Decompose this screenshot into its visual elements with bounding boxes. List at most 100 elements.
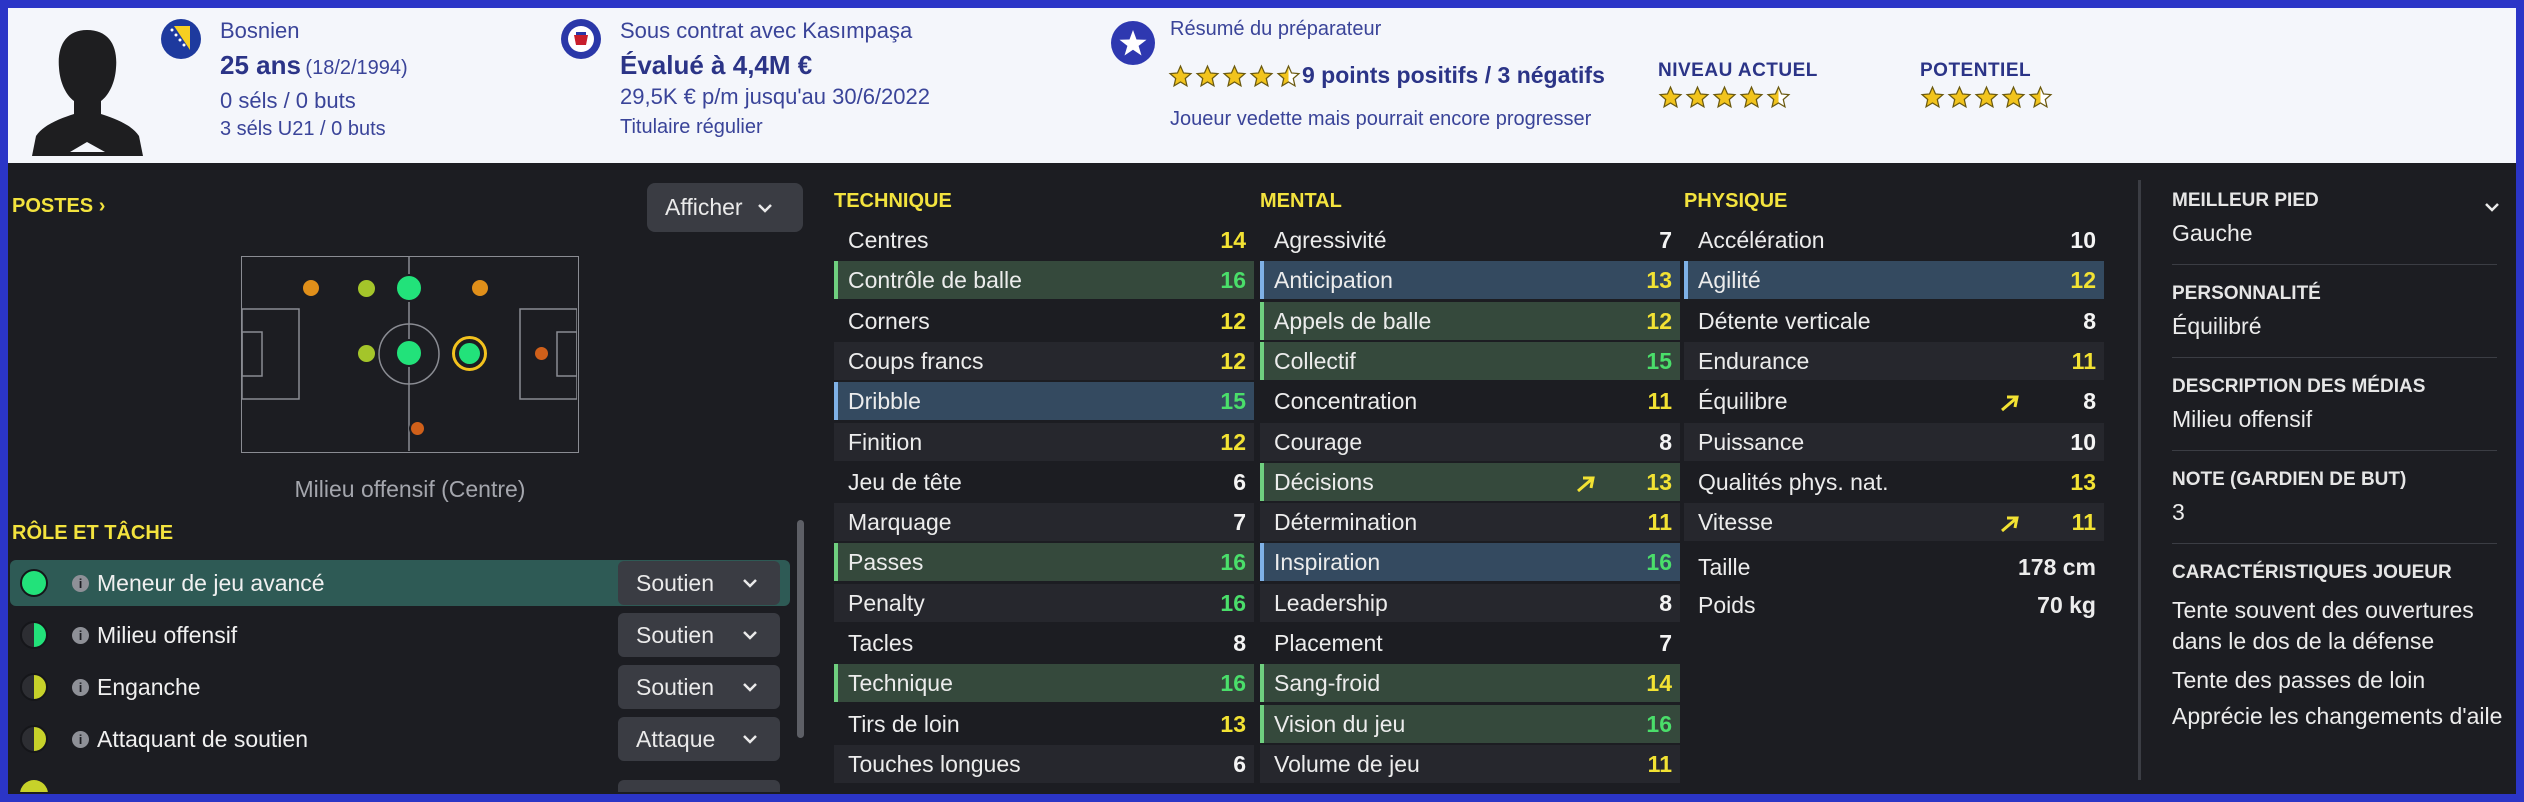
media-description-value: Milieu offensif xyxy=(2172,406,2313,432)
attribute-name: Équilibre xyxy=(1698,388,1788,415)
attribute-row[interactable]: Appels de balle 12 xyxy=(1260,301,1680,340)
attribute-row[interactable]: Puissance 10 xyxy=(1684,422,2104,461)
attribute-name: Contrôle de balle xyxy=(848,267,1022,294)
attribute-value: 14 xyxy=(1646,670,1672,697)
attribute-row[interactable]: Collectif 15 xyxy=(1260,341,1680,380)
attribute-name: Détermination xyxy=(1274,509,1418,536)
chevron-down-icon[interactable] xyxy=(2484,202,2500,212)
coach-comment: Joueur vedette mais pourrait encore prog… xyxy=(1170,108,1592,130)
attribute-row[interactable]: Contrôle de balle 16 xyxy=(834,261,1254,300)
role-suitability-icon xyxy=(20,725,48,753)
date-of-birth: (18/2/1994) xyxy=(305,57,408,79)
attribute-row[interactable]: Anticipation 13 xyxy=(1260,261,1680,300)
attribute-row[interactable]: Accélération 10 xyxy=(1684,221,2104,259)
roles-scrollbar[interactable] xyxy=(797,520,804,738)
attribute-row[interactable]: Vision du jeu 16 xyxy=(1260,704,1680,743)
star-icon xyxy=(1739,85,1764,109)
attribute-value: 12 xyxy=(1646,307,1672,334)
attribute-row[interactable]: Finition 12 xyxy=(834,422,1254,461)
duty-dropdown[interactable] xyxy=(618,780,780,792)
info-icon[interactable]: i xyxy=(72,678,89,696)
attribute-row[interactable]: Tacles 8 xyxy=(834,624,1254,662)
chevron-down-icon xyxy=(743,683,757,692)
attribute-value: 6 xyxy=(1233,468,1246,495)
attribute-row[interactable]: Volume de jeu 11 xyxy=(1260,744,1680,783)
attribute-row[interactable]: Agilité 12 xyxy=(1684,261,2104,300)
attribute-name: Coups francs xyxy=(848,347,984,374)
chevron-down-icon xyxy=(757,203,772,213)
positions-title[interactable]: POSTES › xyxy=(12,195,105,218)
highlight-bar xyxy=(1260,664,1264,703)
highlight-bar xyxy=(1684,261,1688,300)
star-icon xyxy=(2001,85,2026,109)
attribute-value: 12 xyxy=(1220,347,1246,374)
attribute-value: 11 xyxy=(1647,750,1672,777)
trait-1-line-1: Tente souvent des ouvertures xyxy=(2172,597,2474,623)
highlight-bar xyxy=(1260,301,1264,340)
attribute-row[interactable]: Placement 7 xyxy=(1260,624,1680,662)
attribute-value: 10 xyxy=(2070,428,2096,455)
attribute-row[interactable]: Penalty 16 xyxy=(834,583,1254,622)
attribute-row[interactable]: Passes 16 xyxy=(834,543,1254,582)
role-row[interactable]: i Attaquant de soutien Attaque xyxy=(10,716,790,762)
show-button-label: Afficher xyxy=(665,194,743,220)
attribute-row[interactable]: Vitesse 11 xyxy=(1684,503,2104,542)
attribute-value: 8 xyxy=(1659,589,1672,616)
attribute-row[interactable]: Tirs de loin 13 xyxy=(834,705,1254,743)
attribute-value: 7 xyxy=(1233,509,1246,536)
attribute-row[interactable]: Jeu de tête 6 xyxy=(834,463,1254,501)
attribute-row[interactable]: Inspiration 16 xyxy=(1260,543,1680,582)
attribute-value: 7 xyxy=(1659,227,1672,253)
positions-pitch xyxy=(241,256,579,453)
attribute-row[interactable]: Concentration 11 xyxy=(1260,382,1680,420)
vertical-divider xyxy=(2138,180,2141,780)
highlight-bar xyxy=(1260,462,1264,501)
chevron-down-icon xyxy=(743,631,757,640)
attribute-name: Décisions xyxy=(1274,468,1374,495)
media-description-label: DESCRIPTION DES MÉDIAS xyxy=(2172,376,2426,397)
duty-dropdown[interactable]: Soutien xyxy=(618,665,780,709)
attribute-row[interactable]: Courage 8 xyxy=(1260,422,1680,461)
attribute-row[interactable]: Technique 16 xyxy=(834,664,1254,703)
show-dropdown-button[interactable]: Afficher xyxy=(647,183,803,232)
attribute-row[interactable]: Sang-froid 14 xyxy=(1260,664,1680,703)
attribute-name: Jeu de tête xyxy=(848,468,962,495)
attribute-name: Agressivité xyxy=(1274,227,1387,253)
attribute-row[interactable]: Décisions 13 xyxy=(1260,462,1680,501)
info-icon[interactable]: i xyxy=(72,626,89,644)
info-icon[interactable]: i xyxy=(72,730,89,748)
role-row[interactable]: i Meneur de jeu avancé Soutien xyxy=(10,560,790,606)
duty-dropdown[interactable]: Attaque xyxy=(618,717,780,761)
role-row[interactable]: i Milieu offensif Soutien xyxy=(10,612,790,658)
best-foot-label: MEILLEUR PIED xyxy=(2172,190,2319,211)
attribute-row[interactable]: Corners 12 xyxy=(834,302,1254,340)
star-icon xyxy=(1168,64,1193,88)
role-row[interactable]: i Enganche Soutien xyxy=(10,664,790,710)
attribute-row[interactable]: Touches longues 6 xyxy=(834,744,1254,783)
duty-dropdown[interactable]: Soutien xyxy=(618,561,780,605)
u21-caps: 3 séls U21 / 0 buts xyxy=(220,118,386,140)
attribute-row[interactable]: Équilibre 8 xyxy=(1684,382,2104,420)
attribute-row[interactable]: Coups francs 12 xyxy=(834,341,1254,380)
attribute-row[interactable]: Détermination 11 xyxy=(1260,503,1680,542)
weight-label: Poids xyxy=(1698,592,1756,618)
points-summary: 9 points positifs / 3 négatifs xyxy=(1302,62,1605,88)
attribute-row[interactable]: Marquage 7 xyxy=(834,503,1254,542)
attribute-row[interactable]: Endurance 11 xyxy=(1684,341,2104,380)
attribute-name: Tacles xyxy=(848,630,914,656)
attribute-row[interactable]: Agressivité 7 xyxy=(1260,221,1680,259)
coach-star-icon xyxy=(1111,21,1155,65)
attribute-row[interactable]: Détente verticale 8 xyxy=(1684,302,2104,340)
position-marker-amc-top xyxy=(395,274,423,302)
attribute-name: Sang-froid xyxy=(1274,670,1381,697)
attribute-row[interactable]: Dribble 15 xyxy=(834,382,1254,421)
position-marker-mrl xyxy=(356,278,377,299)
attribute-row[interactable]: Qualités phys. nat. 13 xyxy=(1684,463,2104,501)
role-row-partial xyxy=(10,776,790,792)
chevron-down-icon xyxy=(743,735,757,744)
attribute-row[interactable]: Leadership 8 xyxy=(1260,583,1680,622)
attribute-name: Puissance xyxy=(1698,428,1805,455)
attribute-row[interactable]: Centres 14 xyxy=(834,221,1254,259)
duty-dropdown[interactable]: Soutien xyxy=(618,613,780,657)
info-icon[interactable]: i xyxy=(72,574,89,592)
